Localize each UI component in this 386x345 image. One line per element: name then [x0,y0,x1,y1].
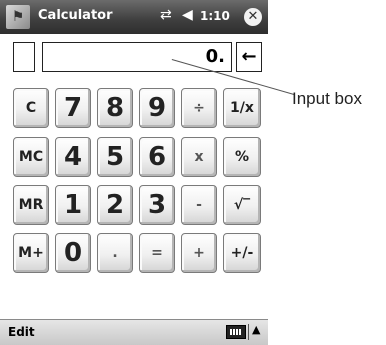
app-title: Calculator [38,8,113,23]
command-bar: Edit ▲ [0,319,268,345]
digit-5-key[interactable]: 5 [97,137,133,177]
digit-2-key[interactable]: 2 [97,185,133,225]
input-panel-arrow-icon[interactable]: ▲ [252,323,260,336]
digit-9-key[interactable]: 9 [139,88,175,128]
edit-menu[interactable]: Edit [8,325,35,339]
decimal-key[interactable]: . [97,233,133,273]
keyboard-icon[interactable] [226,325,246,339]
digit-0-key[interactable]: 0 [55,233,91,273]
reciprocal-key[interactable]: 1/x [223,88,261,128]
equals-key[interactable]: = [139,233,175,273]
digit-8-key[interactable]: 8 [97,88,133,128]
memory-clear-key[interactable]: MC [13,137,49,177]
digit-3-key[interactable]: 3 [139,185,175,225]
memory-recall-key[interactable]: MR [13,185,49,225]
square-root-key[interactable]: √‾ [223,185,261,225]
clock[interactable]: 1:10 [200,9,230,23]
divide-key[interactable]: ÷ [181,88,217,128]
clear-key[interactable]: C [13,88,49,128]
volume-icon[interactable]: ◀ [182,7,193,23]
add-key[interactable]: + [181,233,217,273]
digit-7-key[interactable]: 7 [55,88,91,128]
percent-key[interactable]: % [223,137,261,177]
digit-6-key[interactable]: 6 [139,137,175,177]
connectivity-icon[interactable]: ⇄ [160,7,172,23]
subtract-key[interactable]: - [181,185,217,225]
callout-label: Input box [292,89,362,108]
input-panel-divider [248,324,249,340]
multiply-key[interactable]: x [181,137,217,177]
close-button[interactable]: ✕ [244,8,262,26]
negate-key[interactable]: +/- [223,233,261,273]
memory-add-key[interactable]: M+ [13,233,49,273]
memory-indicator [13,42,35,72]
digit-4-key[interactable]: 4 [55,137,91,177]
title-bar: ⚑ Calculator ⇄ ◀ 1:10 ✕ [0,0,268,34]
digit-1-key[interactable]: 1 [55,185,91,225]
windows-flag-icon[interactable]: ⚑ [6,5,30,29]
backspace-button[interactable]: ← [236,42,262,72]
